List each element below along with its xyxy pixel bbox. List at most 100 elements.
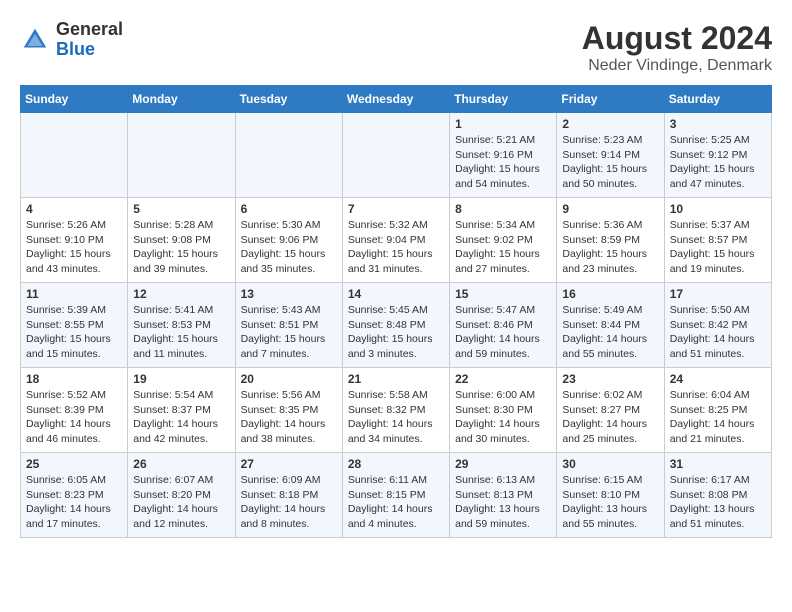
calendar-cell: 30Sunrise: 6:15 AMSunset: 8:10 PMDayligh… [557, 453, 664, 538]
calendar-table: SundayMondayTuesdayWednesdayThursdayFrid… [20, 85, 772, 538]
day-number: 5 [133, 202, 229, 216]
day-number: 18 [26, 372, 122, 386]
day-number: 30 [562, 457, 658, 471]
day-info: Sunrise: 6:07 AMSunset: 8:20 PMDaylight:… [133, 473, 229, 532]
calendar-cell: 27Sunrise: 6:09 AMSunset: 8:18 PMDayligh… [235, 453, 342, 538]
day-info: Sunrise: 5:28 AMSunset: 9:08 PMDaylight:… [133, 218, 229, 277]
calendar-cell: 2 Sunrise: 5:23 AMSunset: 9:14 PMDaylight… [557, 113, 664, 198]
day-info: Sunrise: 5:25 AMSunset: 9:12 PMDaylight:… [670, 133, 766, 192]
day-info: Sunrise: 6:04 AMSunset: 8:25 PMDaylight:… [670, 388, 766, 447]
day-number: 11 [26, 287, 122, 301]
day-info: Sunrise: 6:11 AMSunset: 8:15 PMDaylight:… [348, 473, 444, 532]
day-info: Sunrise: 6:00 AMSunset: 8:30 PMDaylight:… [455, 388, 551, 447]
day-number: 8 [455, 202, 551, 216]
calendar-cell: 8 Sunrise: 5:34 AMSunset: 9:02 PMDaylight… [450, 198, 557, 283]
day-number: 25 [26, 457, 122, 471]
day-info: Sunrise: 5:39 AMSunset: 8:55 PMDaylight:… [26, 303, 122, 362]
calendar-cell [342, 113, 449, 198]
day-info: Sunrise: 5:47 AMSunset: 8:46 PMDaylight:… [455, 303, 551, 362]
calendar-cell: 26 Sunrise: 6:07 AMSunset: 8:20 PMDayligh… [128, 453, 235, 538]
page-title: August 2024 [582, 20, 772, 57]
day-info: Sunrise: 5:36 AMSunset: 8:59 PMDaylight:… [562, 218, 658, 277]
weekday-header-monday: Monday [128, 86, 235, 113]
day-number: 3 [670, 117, 766, 131]
calendar-cell: 16Sunrise: 5:49 AMSunset: 8:44 PMDayligh… [557, 283, 664, 368]
day-number: 17 [670, 287, 766, 301]
day-info: Sunrise: 5:21 AMSunset: 9:16 PMDaylight:… [455, 133, 551, 192]
calendar-cell: 31 Sunrise: 6:17 AMSunset: 8:08 PMDayligh… [664, 453, 771, 538]
day-info: Sunrise: 5:52 AMSunset: 8:39 PMDaylight:… [26, 388, 122, 447]
calendar-cell: 28 Sunrise: 6:11 AMSunset: 8:15 PMDayligh… [342, 453, 449, 538]
day-number: 24 [670, 372, 766, 386]
day-info: Sunrise: 6:02 AMSunset: 8:27 PMDaylight:… [562, 388, 658, 447]
calendar-cell: 18 Sunrise: 5:52 AMSunset: 8:39 PMDayligh… [21, 368, 128, 453]
weekday-header-sunday: Sunday [21, 86, 128, 113]
calendar-cell: 19 Sunrise: 5:54 AMSunset: 8:37 PMDayligh… [128, 368, 235, 453]
weekday-header-row: SundayMondayTuesdayWednesdayThursdayFrid… [21, 86, 772, 113]
day-number: 6 [241, 202, 337, 216]
day-number: 21 [348, 372, 444, 386]
calendar-cell: 1Sunrise: 5:21 AMSunset: 9:16 PMDaylight… [450, 113, 557, 198]
day-info: Sunrise: 5:23 AMSunset: 9:14 PMDaylight:… [562, 133, 658, 192]
week-row-2: 4 Sunrise: 5:26 AMSunset: 9:10 PMDaylight… [21, 198, 772, 283]
calendar-cell: 20 Sunrise: 5:56 AMSunset: 8:35 PMDayligh… [235, 368, 342, 453]
calendar-cell: 9 Sunrise: 5:36 AMSunset: 8:59 PMDaylight… [557, 198, 664, 283]
calendar-cell [128, 113, 235, 198]
day-number: 12 [133, 287, 229, 301]
calendar-cell: 21 Sunrise: 5:58 AMSunset: 8:32 PMDayligh… [342, 368, 449, 453]
calendar-cell: 13 Sunrise: 5:43 AMSunset: 8:51 PMDayligh… [235, 283, 342, 368]
week-row-4: 18 Sunrise: 5:52 AMSunset: 8:39 PMDayligh… [21, 368, 772, 453]
day-number: 14 [348, 287, 444, 301]
week-row-1: 1Sunrise: 5:21 AMSunset: 9:16 PMDaylight… [21, 113, 772, 198]
calendar-cell: 3 Sunrise: 5:25 AMSunset: 9:12 PMDaylight… [664, 113, 771, 198]
day-number: 22 [455, 372, 551, 386]
page-header: General Blue August 2024 Neder Vindinge,… [20, 20, 772, 75]
day-info: Sunrise: 6:17 AMSunset: 8:08 PMDaylight:… [670, 473, 766, 532]
calendar-cell: 14 Sunrise: 5:45 AMSunset: 8:48 PMDayligh… [342, 283, 449, 368]
day-number: 19 [133, 372, 229, 386]
day-info: Sunrise: 6:13 AMSunset: 8:13 PMDaylight:… [455, 473, 551, 532]
calendar-cell [21, 113, 128, 198]
day-info: Sunrise: 5:37 AMSunset: 8:57 PMDaylight:… [670, 218, 766, 277]
logo: General Blue [20, 20, 123, 60]
calendar-cell: 4 Sunrise: 5:26 AMSunset: 9:10 PMDaylight… [21, 198, 128, 283]
calendar-cell: 24 Sunrise: 6:04 AMSunset: 8:25 PMDayligh… [664, 368, 771, 453]
calendar-cell: 29 Sunrise: 6:13 AMSunset: 8:13 PMDayligh… [450, 453, 557, 538]
day-number: 2 [562, 117, 658, 131]
calendar-cell [235, 113, 342, 198]
day-info: Sunrise: 5:43 AMSunset: 8:51 PMDaylight:… [241, 303, 337, 362]
day-number: 28 [348, 457, 444, 471]
weekday-header-wednesday: Wednesday [342, 86, 449, 113]
day-number: 29 [455, 457, 551, 471]
day-number: 20 [241, 372, 337, 386]
calendar-cell: 15 Sunrise: 5:47 AMSunset: 8:46 PMDayligh… [450, 283, 557, 368]
day-number: 15 [455, 287, 551, 301]
day-number: 31 [670, 457, 766, 471]
day-number: 26 [133, 457, 229, 471]
day-info: Sunrise: 5:50 AMSunset: 8:42 PMDaylight:… [670, 303, 766, 362]
weekday-header-thursday: Thursday [450, 86, 557, 113]
day-info: Sunrise: 5:49 AMSunset: 8:44 PMDaylight:… [562, 303, 658, 362]
weekday-header-tuesday: Tuesday [235, 86, 342, 113]
day-number: 9 [562, 202, 658, 216]
day-number: 27 [241, 457, 337, 471]
day-info: Sunrise: 5:54 AMSunset: 8:37 PMDaylight:… [133, 388, 229, 447]
day-info: Sunrise: 5:34 AMSunset: 9:02 PMDaylight:… [455, 218, 551, 277]
day-info: Sunrise: 5:30 AMSunset: 9:06 PMDaylight:… [241, 218, 337, 277]
day-info: Sunrise: 5:26 AMSunset: 9:10 PMDaylight:… [26, 218, 122, 277]
day-number: 13 [241, 287, 337, 301]
calendar-cell: 7Sunrise: 5:32 AMSunset: 9:04 PMDaylight… [342, 198, 449, 283]
calendar-cell: 5 Sunrise: 5:28 AMSunset: 9:08 PMDaylight… [128, 198, 235, 283]
day-number: 7 [348, 202, 444, 216]
day-info: Sunrise: 5:45 AMSunset: 8:48 PMDaylight:… [348, 303, 444, 362]
day-number: 10 [670, 202, 766, 216]
calendar-cell: 25Sunrise: 6:05 AMSunset: 8:23 PMDayligh… [21, 453, 128, 538]
day-info: Sunrise: 5:56 AMSunset: 8:35 PMDaylight:… [241, 388, 337, 447]
calendar-cell: 10 Sunrise: 5:37 AMSunset: 8:57 PMDayligh… [664, 198, 771, 283]
weekday-header-friday: Friday [557, 86, 664, 113]
weekday-header-saturday: Saturday [664, 86, 771, 113]
calendar-cell: 22 Sunrise: 6:00 AMSunset: 8:30 PMDayligh… [450, 368, 557, 453]
day-info: Sunrise: 5:58 AMSunset: 8:32 PMDaylight:… [348, 388, 444, 447]
day-number: 4 [26, 202, 122, 216]
day-info: Sunrise: 5:41 AMSunset: 8:53 PMDaylight:… [133, 303, 229, 362]
